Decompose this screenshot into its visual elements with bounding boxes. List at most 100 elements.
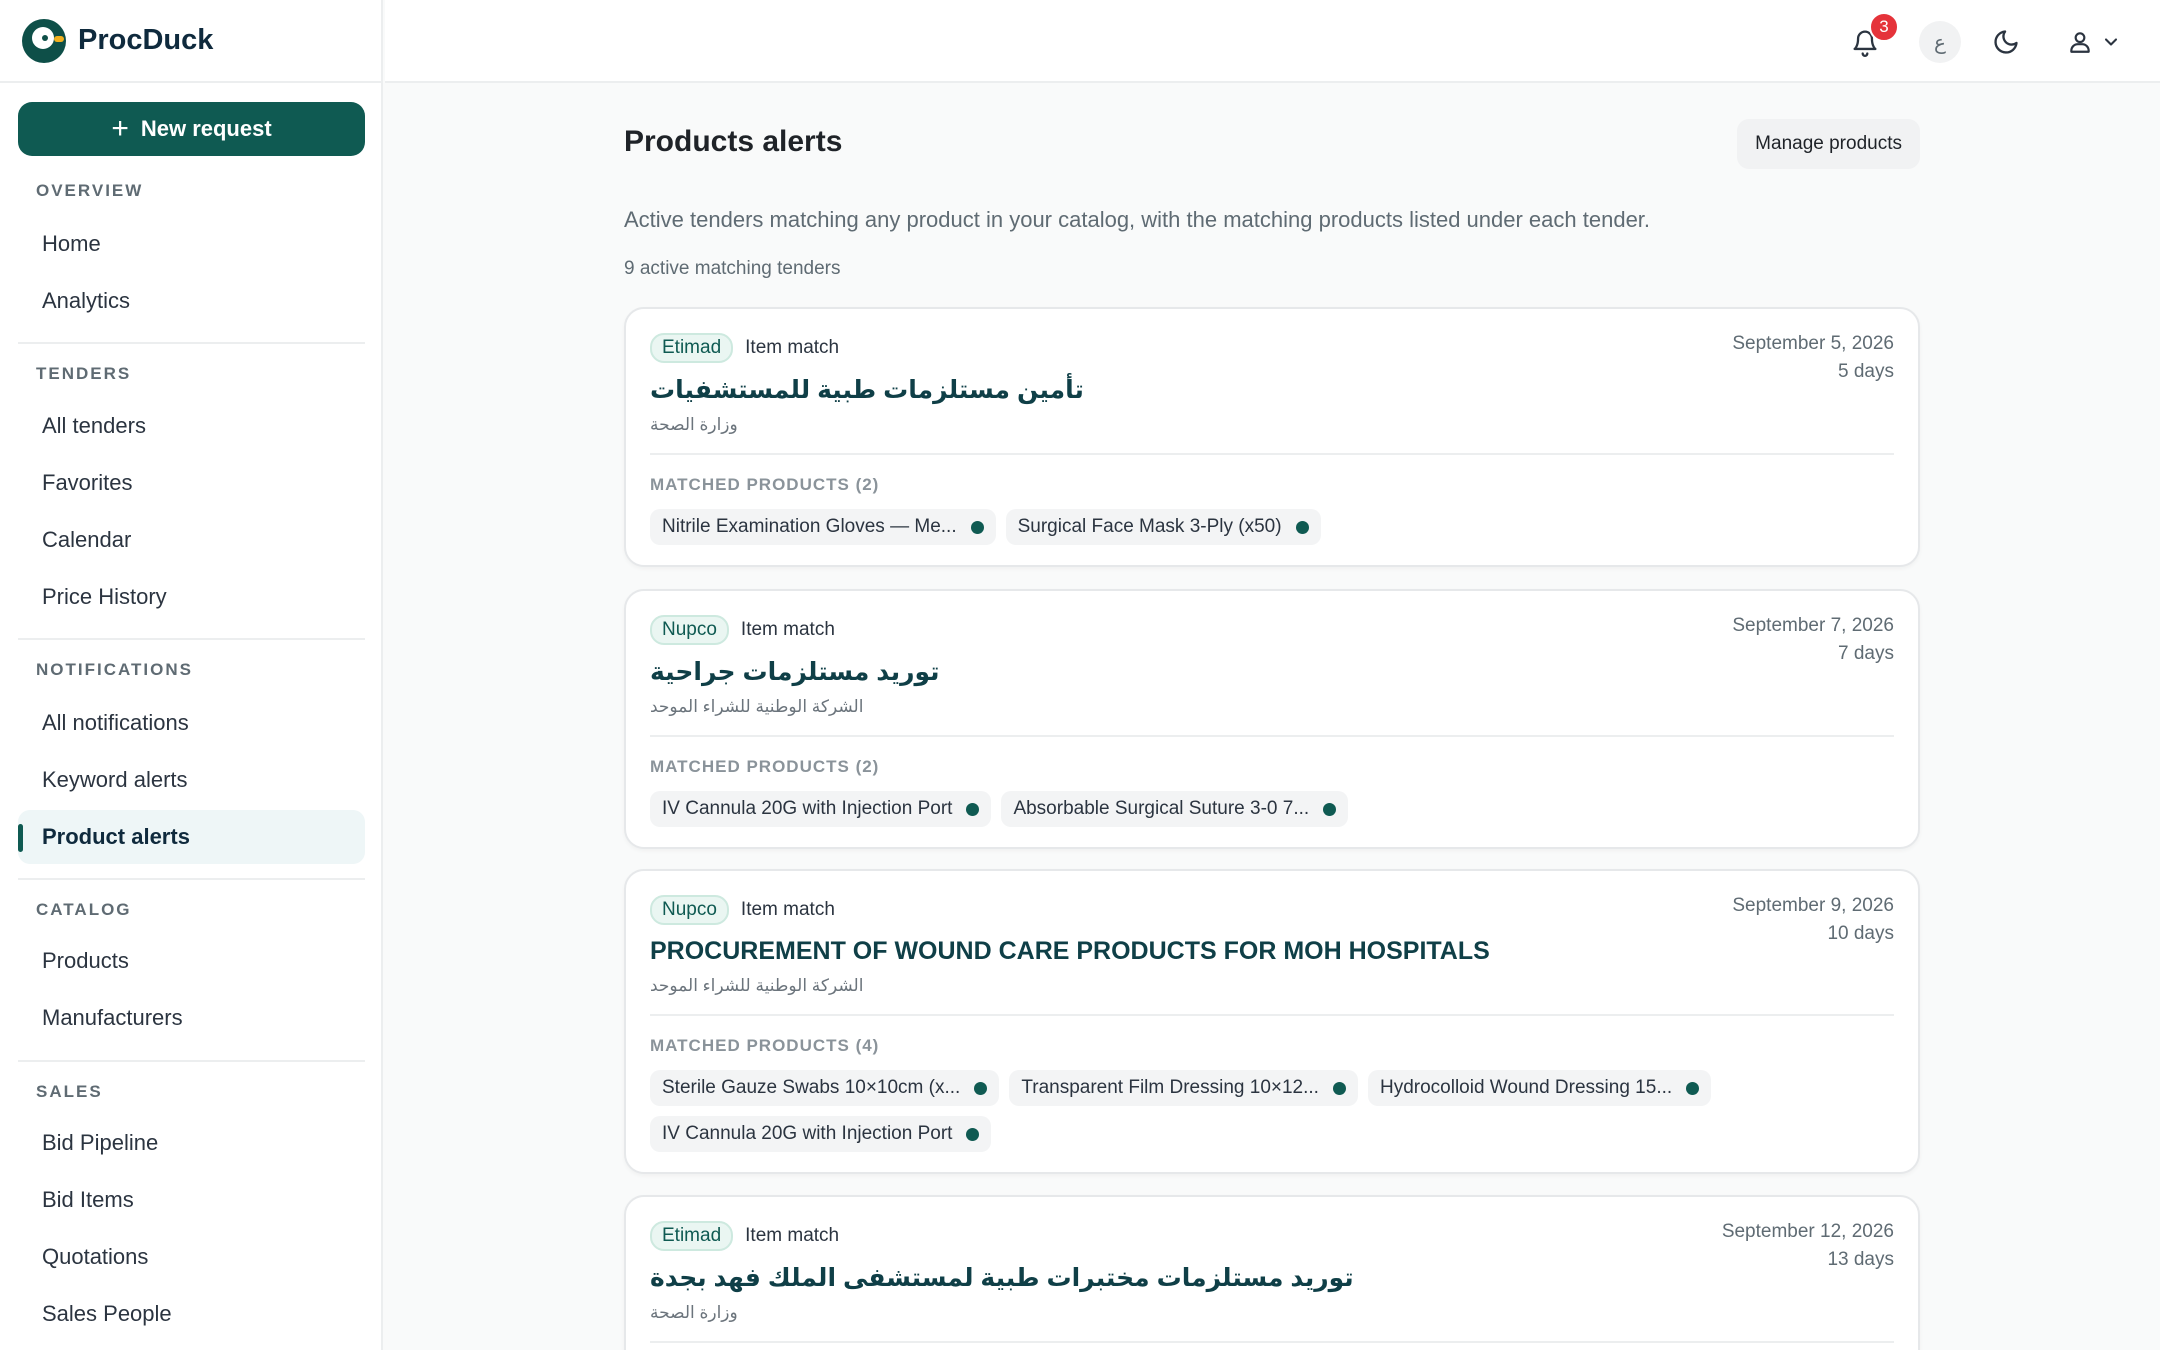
days-remaining: 10 days [1827,923,1894,944]
source-tag: Etimad [650,333,734,363]
page-subtitle: Active tenders matching any product in y… [624,207,1651,232]
status-dot-icon [974,1081,988,1095]
matched-products-label: MATCHED PRODUCTS (2) [650,757,880,776]
chip-label: Hydrocolloid Wound Dressing 15... [1379,1077,1673,1098]
notifications-button[interactable]: 3 [1845,12,1899,62]
tender-deadline: September 12, 2026 [1721,1221,1894,1242]
sidebar-item-calendar[interactable]: Calendar [18,513,365,567]
nav-section-overview: OVERVIEW Home Analytics [18,181,365,328]
sidebar-item-all-notifications[interactable]: All notifications [18,696,365,750]
topbar: 3 ع [385,0,2160,83]
nav-section-title: CATALOG [36,900,132,919]
sidebar-item-home[interactable]: Home [18,217,365,271]
chip-label: Sterile Gauze Swabs 10×10cm (x... [662,1077,961,1098]
sidebar-item-quotations[interactable]: Quotations [18,1230,365,1284]
source-tag: Nupco [650,895,729,925]
sidebar-item-favorites[interactable]: Favorites [18,456,365,510]
manage-products-button[interactable]: Manage products [1737,119,1920,169]
tender-title[interactable]: تأمين مستلزمات طبية للمستشفيات [650,375,1894,405]
card-divider [650,453,1894,455]
sidebar-item-sales-people[interactable]: Sales People [18,1287,365,1341]
sidebar-item-all-tenders[interactable]: All tenders [18,399,365,453]
status-dot-icon [1332,1081,1346,1095]
match-type: Item match [740,619,835,640]
days-remaining: 7 days [1838,643,1894,664]
status-dot-icon [1295,520,1309,534]
status-dot-icon [970,520,984,534]
tender-organization: الشركة الوطنية للشراء الموحد [650,976,864,995]
matched-products-label: MATCHED PRODUCTS (4) [650,1036,880,1055]
chip-label: IV Cannula 20G with Injection Port [662,798,953,819]
source-tag: Nupco [650,615,729,645]
card-divider [650,1341,1894,1343]
sidebar-item-analytics[interactable]: Analytics [18,274,365,328]
user-icon [2070,32,2090,53]
match-type: Item match [745,1225,840,1246]
sidebar-item-keyword-alerts[interactable]: Keyword alerts [18,753,365,807]
language-toggle[interactable]: ع [1919,21,1961,63]
chip-label: Transparent Film Dressing 10×12... [1021,1077,1319,1098]
status-dot-icon [966,802,980,816]
sidebar: ProcDuck + New request OVERVIEW Home Ana… [0,0,383,1350]
status-dot-icon [1323,802,1337,816]
chip-label: Surgical Face Mask 3-Ply (x50) [1017,516,1282,537]
tender-title[interactable]: توريد مستلزمات مختبرات طبية لمستشفى المل… [650,1263,1894,1293]
matched-product-chip[interactable]: Transparent Film Dressing 10×12... [1009,1070,1358,1106]
user-menu[interactable] [2063,22,2125,62]
tender-card[interactable]: Etimad Item match تأمين مستلزمات طبية لل… [624,307,1920,567]
nav-section-title: SALES [36,1082,103,1101]
match-type: Item match [745,337,840,358]
matched-product-chip[interactable]: Sterile Gauze Swabs 10×10cm (x... [650,1070,1000,1106]
new-request-label: New request [140,116,272,141]
matched-products-label: MATCHED PRODUCTS (2) [650,475,880,494]
nav-section-title: TENDERS [36,364,132,383]
tender-organization: وزارة الصحة [650,1303,738,1322]
nav-section-sales: SALES Bid Pipeline Bid Items Quotations … [18,1082,365,1341]
nav-divider [18,878,365,880]
nav-section-catalog: CATALOG Products Manufacturers [18,900,365,1045]
sidebar-item-product-alerts[interactable]: Product alerts [18,810,365,864]
duck-logo-icon [22,18,66,63]
nav-section-notifications: NOTIFICATIONS All notifications Keyword … [18,660,365,864]
brand-name: ProcDuck [78,24,214,56]
tender-deadline: September 9, 2026 [1732,895,1894,916]
moon-icon [1994,30,2018,54]
matched-product-chip[interactable]: Surgical Face Mask 3-Ply (x50) [1005,509,1321,545]
sidebar-item-bid-pipeline[interactable]: Bid Pipeline [18,1116,365,1170]
chevron-down-icon [2104,38,2118,46]
tender-card[interactable]: Nupco Item match PROCUREMENT OF WOUND CA… [624,869,1920,1174]
sidebar-item-manufacturers[interactable]: Manufacturers [18,991,365,1045]
sidebar-item-price-history[interactable]: Price History [18,570,365,624]
tender-title[interactable]: PROCUREMENT OF WOUND CARE PRODUCTS FOR M… [650,937,1894,966]
tender-card[interactable]: Nupco Item match توريد مستلزمات جراحية ا… [624,589,1920,849]
status-dot-icon [966,1127,980,1141]
tender-organization: الشركة الوطنية للشراء الموحد [650,697,864,716]
chip-label: Nitrile Examination Gloves — Me... [662,516,957,537]
chip-label: IV Cannula 20G with Injection Port [662,1123,953,1144]
days-remaining: 13 days [1827,1249,1894,1270]
matched-product-chip[interactable]: Absorbable Surgical Suture 3-0 7... [1001,791,1349,827]
tender-title[interactable]: توريد مستلزمات جراحية [650,657,1894,687]
nav-divider [18,1060,365,1062]
brand[interactable]: ProcDuck [0,0,381,83]
card-divider [650,735,1894,737]
matched-product-chip[interactable]: IV Cannula 20G with Injection Port [650,791,992,827]
chip-label: Absorbable Surgical Suture 3-0 7... [1013,798,1310,819]
tender-card[interactable]: Etimad Item match توريد مستلزمات مختبرات… [624,1195,1920,1350]
tender-count: 9 active matching tenders [624,258,841,279]
matched-product-chip[interactable]: Hydrocolloid Wound Dressing 15... [1367,1070,1712,1106]
theme-toggle[interactable] [1986,22,2026,62]
notification-count-badge: 3 [1869,12,1899,42]
tender-deadline: September 5, 2026 [1732,333,1894,354]
matched-product-chip[interactable]: Nitrile Examination Gloves — Me... [650,509,996,545]
plus-icon: + [111,112,129,145]
nav-divider [18,342,365,344]
tender-deadline: September 7, 2026 [1732,615,1894,636]
sidebar-item-bid-items[interactable]: Bid Items [18,1173,365,1227]
new-request-button[interactable]: + New request [18,102,365,156]
status-dot-icon [1686,1081,1700,1095]
card-divider [650,1014,1894,1016]
matched-product-chip[interactable]: IV Cannula 20G with Injection Port [650,1116,992,1152]
sidebar-item-products[interactable]: Products [18,934,365,988]
source-tag: Etimad [650,1221,734,1251]
